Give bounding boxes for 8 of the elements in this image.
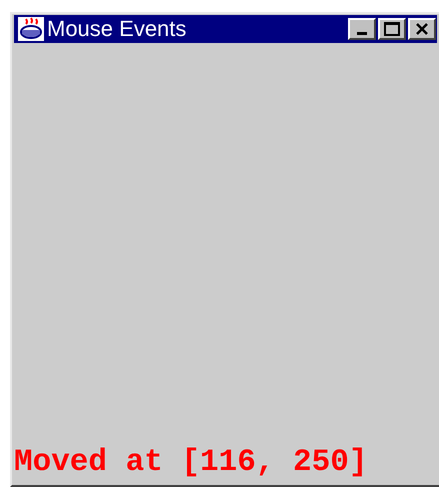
minimize-button[interactable] — [348, 18, 376, 40]
status-message: Moved at [116, 250] — [14, 447, 368, 478]
minimize-icon — [357, 32, 367, 35]
maximize-icon — [384, 22, 400, 36]
maximize-button[interactable] — [378, 18, 406, 40]
close-icon — [416, 23, 428, 35]
close-button[interactable] — [408, 18, 436, 40]
window-title: Mouse Events — [47, 18, 186, 40]
